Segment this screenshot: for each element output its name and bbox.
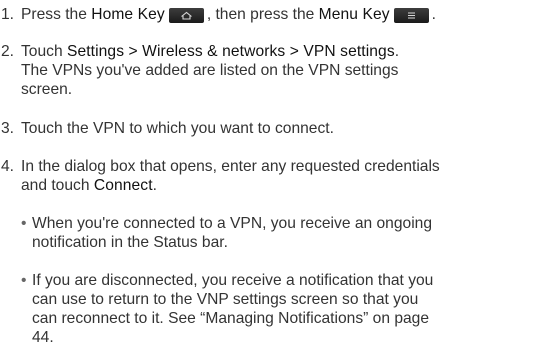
bullet-text: When you're connected to a VPN, you rece… xyxy=(32,215,433,232)
step-text: , then press the xyxy=(206,6,319,23)
step-number: 2. xyxy=(1,43,15,60)
step-2: 2. Touch Settings > Wireless & networks >… xyxy=(1,42,399,99)
step-3: 3. Touch the VPN to which you want to con… xyxy=(1,119,334,138)
step-text: . xyxy=(431,6,436,23)
step-4: 4. In the dialog box that opens, enter an… xyxy=(1,157,440,195)
bullet-disconnected: • If you are disconnected, you receive a … xyxy=(21,271,433,347)
instruction-document: 1. Press the Home Key , then press the Men… xyxy=(0,0,546,357)
bullet-marker: • xyxy=(21,272,27,289)
step-text: Touch xyxy=(21,43,67,60)
step-text: Touch the VPN to which you want to conne… xyxy=(21,120,334,137)
step-number: 4. xyxy=(1,158,15,175)
step-number: 3. xyxy=(1,120,15,137)
step-text: and touch xyxy=(21,177,94,194)
step-text: The VPNs you've added are listed on the … xyxy=(21,62,399,79)
step-text: Press the xyxy=(21,6,92,23)
bullet-marker: • xyxy=(21,215,27,232)
step-text: . xyxy=(152,177,157,194)
connect-label: Connect xyxy=(93,177,153,194)
settings-path: Settings > Wireless & networks > VPN set… xyxy=(66,43,395,60)
bullet-text: If you are disconnected, you receive a n… xyxy=(32,272,434,289)
step-number: 1. xyxy=(1,6,15,23)
bullet-connected: • When you're connected to a VPN, you rec… xyxy=(21,214,432,252)
step-text: In the dialog box that opens, enter any … xyxy=(21,158,440,175)
menu-key-icon xyxy=(393,8,429,23)
menu-key-label: Menu Key xyxy=(318,6,390,23)
home-key-label: Home Key xyxy=(91,6,165,23)
home-key-icon xyxy=(168,8,204,23)
step-text: screen. xyxy=(21,81,73,98)
step-text: . xyxy=(394,43,400,60)
bullet-text: notification in the Status bar. xyxy=(32,234,228,251)
step-1: 1. Press the Home Key , then press the Men… xyxy=(1,5,436,24)
bullet-text: can reconnect to it. See “Managing Notif… xyxy=(32,310,430,327)
bullet-text: can use to return to the VNP settings sc… xyxy=(32,291,419,308)
bullet-text: 44. xyxy=(32,329,54,346)
